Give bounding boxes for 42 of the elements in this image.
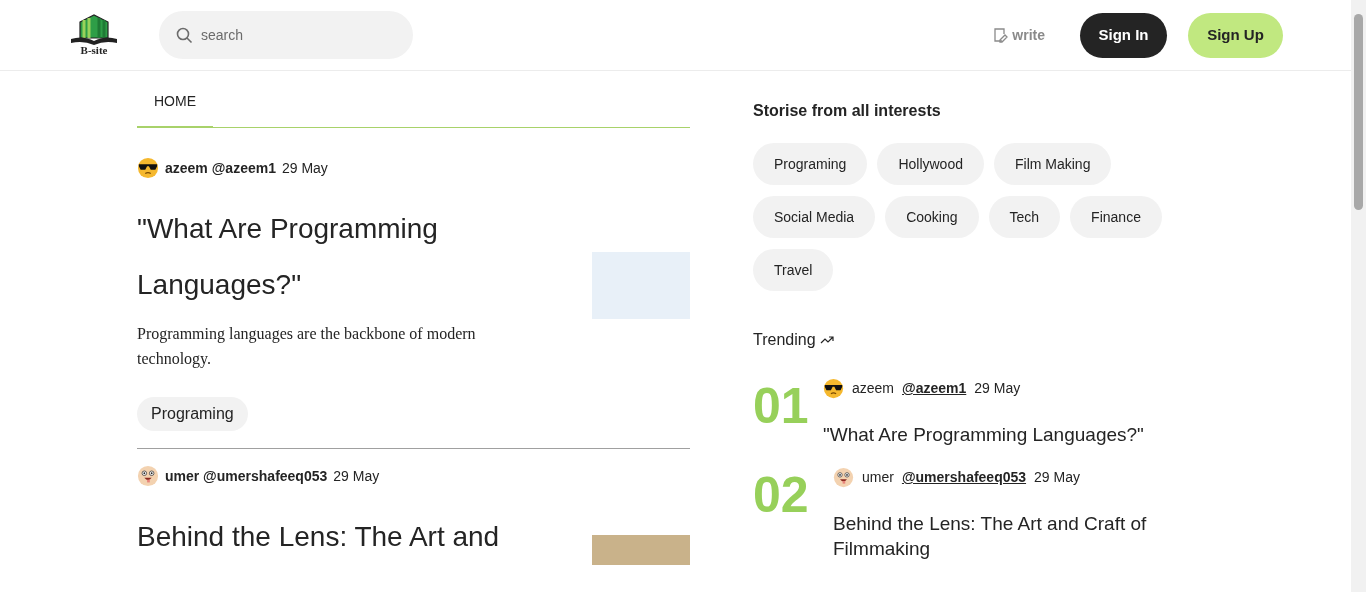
topic-chip[interactable]: Travel	[753, 249, 834, 291]
topic-chip[interactable]: Cooking	[885, 196, 979, 238]
author-handle-link[interactable]: @azeem1	[902, 378, 967, 399]
logo-text: B-site	[80, 45, 108, 56]
silly-face-avatar	[137, 465, 159, 487]
topic-chip[interactable]: Hollywood	[877, 143, 984, 185]
trending-icon	[819, 335, 834, 345]
post-date: 29 May	[974, 379, 1021, 398]
trending-title[interactable]: Behind the Lens: The Art and Craft of Filmmaking	[833, 511, 1203, 561]
author-handle-link[interactable]: @umershafeeq053	[901, 467, 1027, 488]
sunglasses-face-avatar	[137, 157, 159, 179]
topic-chip[interactable]: Finance	[1070, 196, 1162, 238]
trending-title[interactable]: "What Are Programming Languages?"	[823, 422, 1193, 447]
scrollbar[interactable]	[1351, 0, 1366, 592]
rank-number: 02	[753, 470, 810, 525]
topic-chip[interactable]: Tech	[988, 196, 1061, 238]
topic-chip[interactable]: Social Media	[753, 196, 876, 238]
post-date: 29 May	[281, 158, 328, 178]
post-excerpt: Programming languages are the backbone of modern technology.	[137, 324, 477, 370]
edit-icon	[992, 27, 1009, 43]
sign-up-button[interactable]: Sign Up	[1188, 12, 1283, 58]
post-title[interactable]: Behind the Lens: The Art and	[137, 509, 537, 565]
sign-in-button[interactable]: Sign In	[1080, 12, 1167, 58]
section-heading: Storise from all interests	[753, 101, 942, 121]
author-name[interactable]: azeem @azeem1	[165, 157, 276, 179]
search-field[interactable]: search	[159, 11, 413, 59]
tab[interactable]: HOME	[137, 89, 213, 128]
tag-chip[interactable]: Programing	[137, 397, 248, 431]
topic-chip[interactable]: Film Making	[993, 143, 1112, 185]
write-label: write	[1012, 25, 1045, 45]
silly-face-avatar	[833, 467, 854, 488]
sunglasses-face-avatar	[823, 378, 844, 399]
topic-chip[interactable]: Programing	[753, 143, 868, 185]
post-date: 29 May	[1034, 468, 1080, 487]
post-title[interactable]: "What Are Programming Languages?"	[137, 201, 537, 313]
author-name: umer	[862, 468, 894, 487]
author-name[interactable]: umer @umershafeeq053	[165, 465, 328, 487]
author-name: azeem	[852, 379, 895, 398]
book-logo-icon	[70, 14, 118, 46]
section-heading: Trending	[753, 330, 816, 350]
post-date: 29 May	[333, 466, 380, 486]
rank-number: 01	[753, 381, 810, 436]
